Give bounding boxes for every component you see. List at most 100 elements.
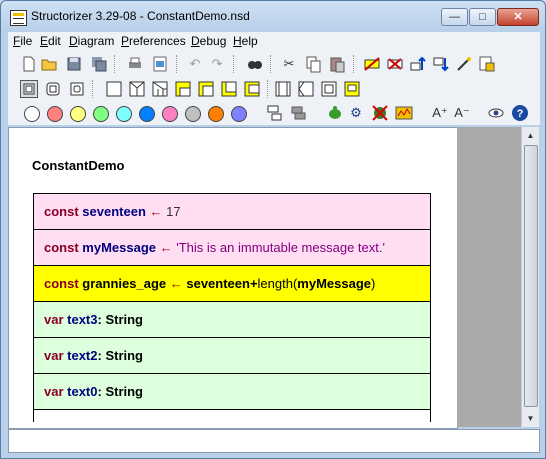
menu-file[interactable]: File — [13, 34, 32, 48]
export-picture-icon[interactable] — [151, 55, 169, 73]
nsd-token: const — [44, 240, 83, 255]
vertical-scrollbar[interactable]: ▲ ▼ — [521, 127, 539, 427]
add-call-icon[interactable] — [274, 80, 292, 98]
svg-text:?: ? — [517, 108, 524, 120]
add-parallel-icon[interactable] — [320, 80, 338, 98]
collapse-icon[interactable] — [478, 55, 496, 73]
move-down-icon[interactable] — [432, 55, 450, 73]
add-for-icon[interactable] — [174, 80, 192, 98]
nsd-token: var — [44, 312, 68, 327]
nsd-token: 17 — [166, 204, 181, 219]
delete-icon[interactable] — [386, 55, 404, 73]
nsd-token: : String — [97, 384, 144, 399]
color-yellow-swatch[interactable] — [70, 106, 86, 122]
settings-gear-icon[interactable]: ⚙ — [347, 104, 365, 122]
break-icon[interactable] — [265, 104, 283, 122]
add-jump-icon[interactable] — [297, 80, 315, 98]
scroll-thumb[interactable] — [524, 145, 538, 407]
font-up-icon[interactable]: A⁺ — [431, 104, 449, 122]
nsd-token: : String — [97, 348, 144, 363]
nsd-element[interactable]: const seventeen ← 17 — [33, 193, 431, 230]
nsd-token: var — [44, 384, 68, 399]
nsd-element[interactable] — [33, 410, 431, 422]
toolbar-separator — [353, 55, 355, 73]
nsd-element[interactable]: var text3: String — [33, 302, 431, 338]
copy-icon[interactable] — [304, 55, 322, 73]
chart-icon[interactable] — [395, 104, 413, 122]
nsd-token: ← — [159, 240, 177, 255]
title-bar[interactable]: Structorizer 3.29-08 - ConstantDemo.nsd … — [1, 1, 545, 31]
no-debug-icon[interactable] — [371, 104, 389, 122]
menu-help[interactable]: Help — [233, 34, 258, 48]
color-gray-swatch[interactable] — [185, 106, 201, 122]
nsd-token: text2 — [67, 348, 98, 363]
minimize-button[interactable]: — — [441, 8, 468, 26]
close-button[interactable]: ✕ — [497, 8, 539, 26]
color-orange-swatch[interactable] — [208, 106, 224, 122]
box-nested-icon[interactable] — [68, 80, 86, 98]
toolbar-separator — [92, 80, 94, 98]
add-try-icon[interactable] — [343, 80, 361, 98]
color-red-swatch[interactable] — [47, 106, 63, 122]
find-icon[interactable] — [246, 55, 264, 73]
toolbar-separator — [270, 55, 272, 73]
color-pink-swatch[interactable] — [162, 106, 178, 122]
add-instruction-icon[interactable] — [105, 80, 123, 98]
nsd-element[interactable]: var text2: String — [33, 338, 431, 374]
add-while-icon[interactable] — [197, 80, 215, 98]
add-repeat-icon[interactable] — [220, 80, 238, 98]
color-white-swatch[interactable] — [24, 106, 40, 122]
nsd-element[interactable]: const myMessage ← 'This is an immutable … — [33, 230, 431, 266]
toolbar-separator — [267, 80, 269, 98]
redo-icon[interactable]: ↷ — [208, 55, 226, 73]
new-file-icon[interactable] — [20, 55, 38, 73]
nsd-token: const — [44, 204, 83, 219]
nsd-element[interactable]: const grannies_age ← seventeen+length(my… — [33, 266, 431, 302]
window-title: Structorizer 3.29-08 - ConstantDemo.nsd — [31, 9, 250, 23]
menu-debug[interactable]: Debug — [191, 34, 226, 48]
nsd-token: const — [44, 276, 83, 291]
minimize-icon: — — [449, 11, 460, 23]
diagram-title[interactable]: ConstantDemo — [32, 158, 124, 173]
paste-icon[interactable] — [328, 55, 346, 73]
toolbar-separator — [176, 55, 178, 73]
font-down-icon[interactable]: A⁻ — [453, 104, 471, 122]
box-view-icon[interactable] — [20, 80, 38, 98]
nsd-token: text0 — [67, 384, 98, 399]
scroll-down-icon[interactable]: ▼ — [523, 411, 538, 426]
disable-icon[interactable] — [363, 55, 381, 73]
help-icon[interactable]: ? — [511, 104, 529, 122]
add-alternative-icon[interactable] — [128, 80, 146, 98]
menu-edit[interactable]: Edit — [40, 34, 61, 48]
canvas-margin — [457, 127, 521, 427]
color-blue-swatch[interactable] — [139, 106, 155, 122]
color-violet-swatch[interactable] — [231, 106, 247, 122]
eye-icon[interactable] — [487, 104, 505, 122]
transmute-icon[interactable] — [455, 55, 473, 73]
cut-icon[interactable]: ✂ — [280, 55, 298, 73]
nsd-element[interactable]: var text0: String — [33, 374, 431, 410]
scroll-up-icon[interactable]: ▲ — [523, 128, 538, 143]
save-icon[interactable] — [65, 55, 83, 73]
nsd-token: myMessage — [82, 240, 160, 255]
nsd-token: ← — [149, 204, 167, 219]
app-window: Structorizer 3.29-08 - ConstantDemo.nsd … — [0, 0, 546, 459]
add-endless-icon[interactable] — [243, 80, 261, 98]
print-icon[interactable] — [126, 55, 144, 73]
move-up-icon[interactable] — [409, 55, 427, 73]
nsd-token: ) — [371, 276, 376, 291]
menu-preferences[interactable]: Preferences — [121, 34, 186, 48]
save-all-icon[interactable] — [90, 55, 108, 73]
nsd-token: ← — [169, 276, 187, 291]
color-cyan-swatch[interactable] — [116, 106, 132, 122]
box-rounded-icon[interactable] — [44, 80, 62, 98]
turtle-icon[interactable] — [326, 104, 344, 122]
add-case-icon[interactable] — [151, 80, 169, 98]
color-green-swatch[interactable] — [93, 106, 109, 122]
undo-icon[interactable]: ↶ — [186, 55, 204, 73]
status-bar — [8, 429, 540, 453]
open-folder-icon[interactable] — [40, 55, 58, 73]
maximize-button[interactable]: □ — [469, 8, 496, 26]
menu-diagram[interactable]: Diagram — [69, 34, 114, 48]
join-icon[interactable] — [289, 104, 307, 122]
